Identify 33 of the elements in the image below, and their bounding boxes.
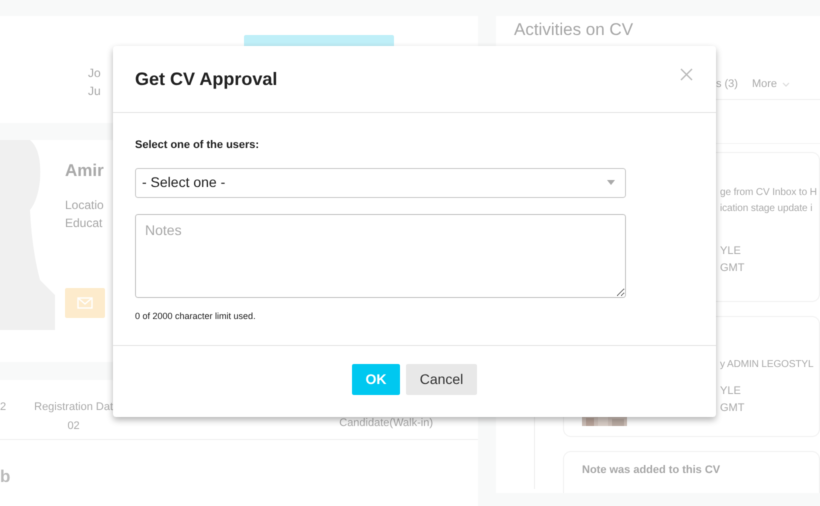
activity-text: ge from CV Inbox to H: [720, 186, 817, 200]
summary-value: 2: [0, 400, 6, 415]
activity-text: ication stage update i: [720, 202, 812, 216]
header-text: Jo: [88, 65, 101, 82]
activity-text: y ADMIN LEGOSTYL: [720, 358, 814, 372]
character-count: 0 of 2000 character limit used.: [135, 310, 257, 322]
activity-meta: GMT: [720, 400, 744, 416]
detail-text: Locatio: [65, 196, 104, 214]
candidate-name: Amir: [65, 160, 105, 182]
ok-button[interactable]: OK: [352, 364, 400, 395]
summary-value: 02: [66, 418, 81, 434]
tab[interactable]: More: [752, 76, 790, 92]
envelope-icon: [77, 296, 93, 308]
detail-text: Educat: [65, 214, 102, 232]
tab[interactable]: s (3): [716, 76, 738, 92]
close-button[interactable]: [680, 68, 693, 81]
activity-meta: GMT: [720, 260, 744, 276]
user-select[interactable]: - Select one -: [135, 168, 626, 198]
activity-title: Note was added to this CV: [582, 462, 720, 478]
notes-field[interactable]: Notes: [135, 214, 626, 298]
chevron-down-icon: [782, 82, 790, 87]
dialog-title: Get CV Approval: [135, 68, 278, 90]
field-label: Select one of the users:: [135, 138, 260, 153]
email-button[interactable]: [65, 288, 105, 318]
dropdown-arrow-icon: [607, 180, 615, 185]
summary-value: Candidate(Walk-in): [339, 416, 433, 431]
cancel-button[interactable]: Cancel: [406, 364, 477, 395]
activity-meta: YLE: [720, 244, 741, 258]
section-heading: b: [0, 468, 12, 486]
summary-label: Registration Dat: [34, 400, 113, 415]
activity-meta: YLE: [720, 384, 741, 398]
panel-title: Activities on CV: [514, 19, 634, 40]
header-text: Ju: [88, 83, 101, 100]
